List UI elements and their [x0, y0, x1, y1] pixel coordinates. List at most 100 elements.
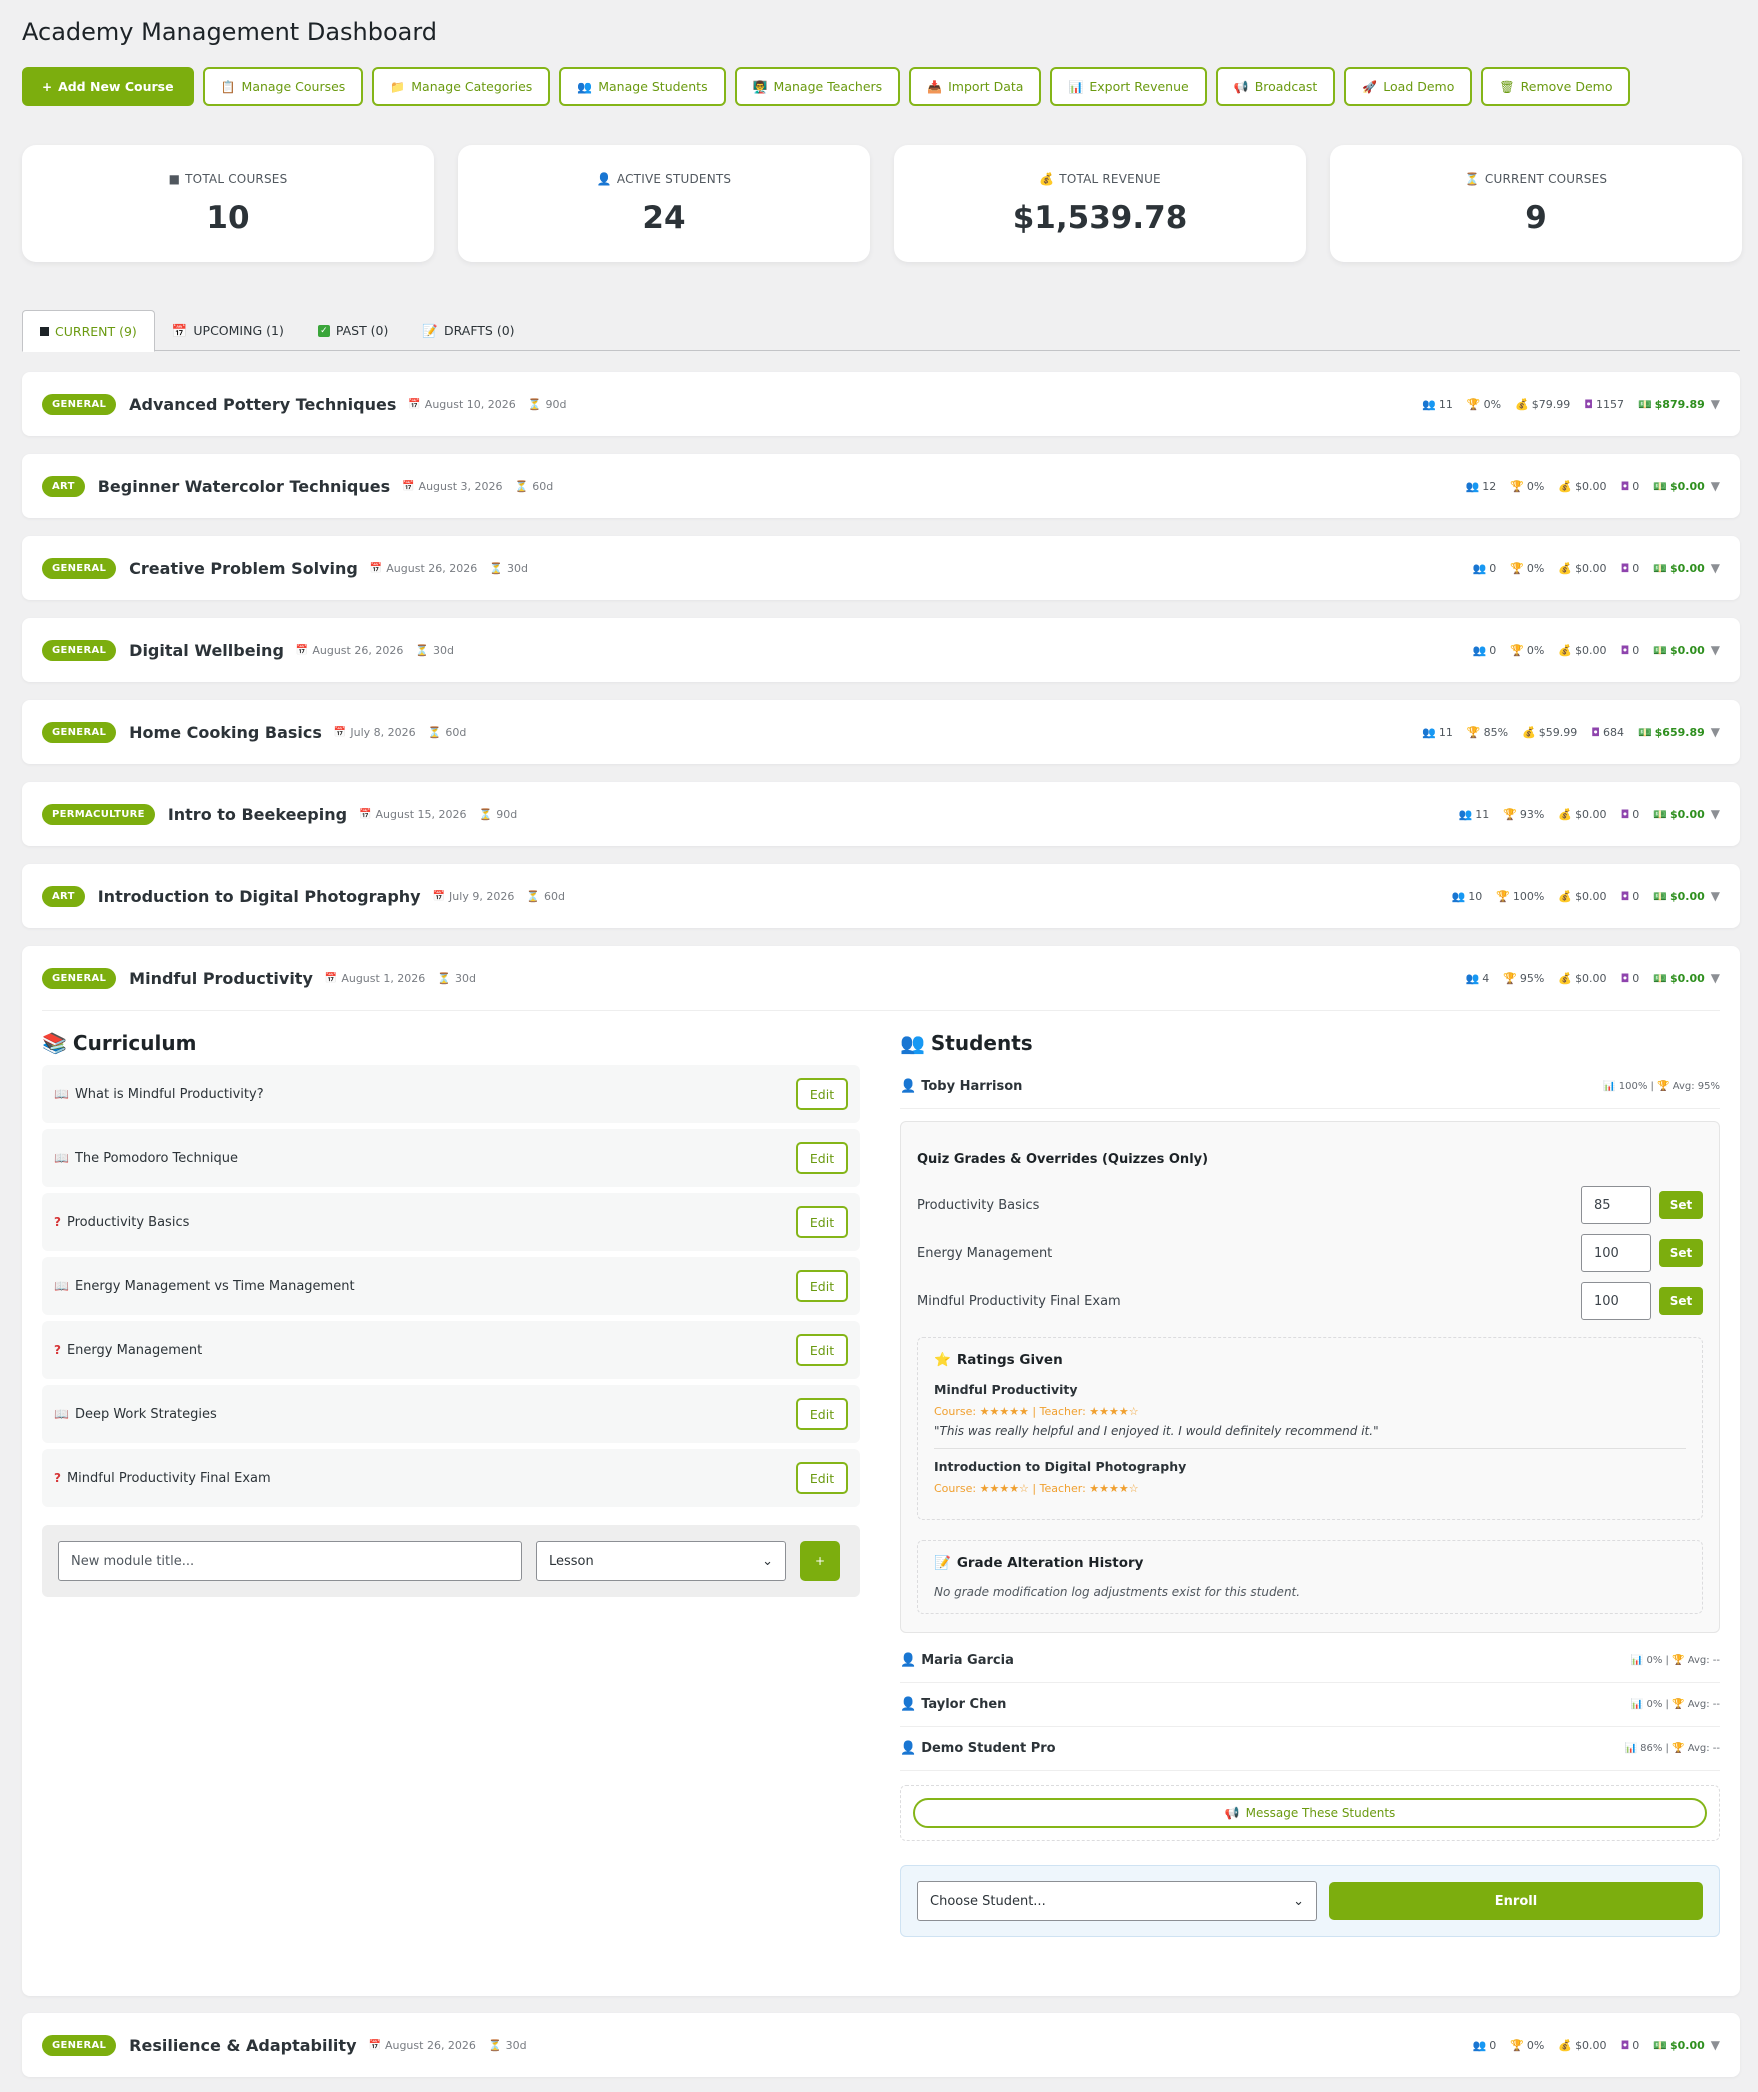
course-title[interactable]: Creative Problem Solving	[129, 559, 358, 578]
stat-card-total-courses: ■ TOTAL COURSES 10	[22, 145, 434, 262]
hourglass-icon: ⏳	[437, 971, 452, 985]
chevron-down-icon[interactable]: ▼	[1711, 889, 1720, 903]
edit-module-button[interactable]: Edit	[796, 1270, 848, 1302]
cash-icon: 💵	[1653, 643, 1667, 657]
chevron-down-icon[interactable]: ▼	[1711, 971, 1720, 985]
choose-student-select[interactable]: Choose Student... ⌄	[917, 1881, 1317, 1921]
edit-module-button[interactable]: Edit	[796, 1142, 848, 1174]
student-row[interactable]: 👤 Maria Garcia 📊 0% | 🏆 Avg: --	[900, 1639, 1720, 1683]
students-icon: 👥	[1422, 725, 1436, 739]
grade-input[interactable]: 100	[1581, 1282, 1651, 1320]
students-icon: 👥	[900, 1031, 925, 1055]
course-completion-value: 85%	[1483, 725, 1509, 739]
tab-past[interactable]: ✓ PAST (0)	[301, 310, 406, 351]
course-header[interactable]: GENERAL Advanced Pottery Techniques 📅 Augus…	[22, 372, 1740, 436]
course-revenue: 💵 $879.89	[1638, 398, 1705, 411]
manage-students-label: Manage Students	[598, 79, 708, 94]
course-stats: 👥 4 🏆 95% 💰 $0.00 ◘ 0 💵 $0.00	[1466, 972, 1705, 985]
course-header[interactable]: PERMACULTURE Intro to Beekeeping 📅 August 1…	[22, 782, 1740, 846]
message-students-button[interactable]: 📢 Message These Students	[913, 1798, 1707, 1828]
student-name: Taylor Chen	[921, 1697, 1007, 1712]
import-data-button[interactable]: 📥 Import Data	[909, 67, 1042, 106]
history-heading: 📝 Grade Alteration History	[934, 1555, 1686, 1571]
tab-current[interactable]: CURRENT (9)	[22, 310, 155, 352]
export-revenue-button[interactable]: 📊 Export Revenue	[1050, 67, 1207, 106]
export-revenue-icon: 📊	[1068, 79, 1084, 94]
chevron-down-icon[interactable]: ▼	[1711, 807, 1720, 821]
manage-courses-button[interactable]: 📋 Manage Courses	[202, 67, 364, 106]
remove-demo-button[interactable]: 🗑 Remove Demo	[1481, 67, 1631, 106]
student-row[interactable]: 👤 Demo Student Pro 📊 86% | 🏆 Avg: --	[900, 1727, 1720, 1771]
course-header[interactable]: GENERAL Resilience & Adaptability 📅 August …	[22, 2013, 1740, 2077]
module-type-select[interactable]: Lesson ⌄	[536, 1541, 786, 1581]
hourglass-icon: ⏳	[489, 561, 503, 575]
course-title[interactable]: Mindful Productivity	[129, 969, 313, 988]
add-new-course-button[interactable]: + Add New Course	[22, 67, 194, 106]
load-demo-button[interactable]: 🚀 Load Demo	[1344, 67, 1473, 106]
chevron-down-icon[interactable]: ▼	[1711, 561, 1720, 575]
course-header[interactable]: GENERAL Digital Wellbeing 📅 August 26, 2026…	[22, 618, 1740, 682]
set-grade-button[interactable]: Set	[1659, 1287, 1703, 1315]
category-badge: PERMACULTURE	[42, 803, 155, 825]
edit-module-button[interactable]: Edit	[796, 1398, 848, 1430]
student-progress: 100%	[1618, 1081, 1648, 1092]
trophy-icon: 🏆	[1466, 397, 1481, 411]
category-badge: ART	[42, 885, 85, 907]
chevron-down-icon[interactable]: ▼	[1711, 643, 1720, 657]
course-header[interactable]: GENERAL Mindful Productivity 📅 August 1, 20…	[22, 946, 1740, 1010]
grade-input[interactable]: 100	[1581, 1234, 1651, 1272]
chevron-down-icon[interactable]: ▼	[1711, 479, 1720, 493]
course-header[interactable]: ART Introduction to Digital Photography 📅 J…	[22, 864, 1740, 928]
enroll-button[interactable]: Enroll	[1329, 1882, 1703, 1920]
chevron-down-icon[interactable]: ▼	[1711, 725, 1720, 739]
manage-students-button[interactable]: 👥 Manage Students	[559, 67, 726, 106]
megaphone-icon: 📢	[1224, 1806, 1240, 1820]
money-bag-icon: 💰	[1558, 971, 1573, 985]
course-date-text: August 26, 2026	[312, 643, 404, 657]
chart-icon: 📊	[1630, 1699, 1647, 1710]
student-row[interactable]: 👤 Taylor Chen 📊 0% | 🏆 Avg: --	[900, 1683, 1720, 1727]
course-title[interactable]: Beginner Watercolor Techniques	[98, 477, 390, 496]
course-duration-text: 60d	[544, 889, 565, 903]
new-module-title-input[interactable]: New module title...	[58, 1541, 522, 1581]
course-title[interactable]: Advanced Pottery Techniques	[129, 395, 396, 414]
grade-input[interactable]: 85	[1581, 1186, 1651, 1224]
add-module-button[interactable]: +	[800, 1541, 840, 1581]
edit-module-button[interactable]: Edit	[796, 1078, 848, 1110]
student-row[interactable]: 👤 Toby Harrison 📊 100% | 🏆 Avg: 95%	[900, 1065, 1720, 1109]
rating-course: Introduction to Digital Photography	[934, 1459, 1187, 1474]
course-students-value: 11	[1438, 397, 1453, 411]
set-grade-button[interactable]: Set	[1659, 1191, 1703, 1219]
tab-drafts[interactable]: 📝 DRAFTS (0)	[405, 310, 531, 351]
edit-module-button[interactable]: Edit	[796, 1462, 848, 1494]
ratings-box: ⭐ Ratings Given Mindful Productivity Course…	[917, 1337, 1703, 1520]
course-title[interactable]: Introduction to Digital Photography	[98, 887, 421, 906]
broadcast-button[interactable]: 📢 Broadcast	[1215, 67, 1336, 106]
student-progress: 0%	[1646, 1655, 1663, 1666]
stat-icon: ⏳	[1464, 171, 1480, 186]
course-header[interactable]: ART Beginner Watercolor Techniques 📅 August…	[22, 454, 1740, 518]
chevron-down-icon[interactable]: ▼	[1711, 397, 1720, 411]
manage-teachers-button[interactable]: 👨‍🏫 Manage Teachers	[734, 67, 901, 106]
manage-categories-button[interactable]: 📁 Manage Categories	[372, 67, 551, 106]
course-completion-value: 0%	[1483, 397, 1502, 411]
load-demo-label: Load Demo	[1383, 79, 1455, 94]
course-title[interactable]: Resilience & Adaptability	[129, 2036, 356, 2055]
course-title[interactable]: Home Cooking Basics	[129, 723, 322, 742]
edit-module-button[interactable]: Edit	[796, 1334, 848, 1366]
course-header[interactable]: GENERAL Home Cooking Basics 📅 July 8, 2026 ⏳…	[22, 700, 1740, 764]
course-title[interactable]: Digital Wellbeing	[129, 641, 284, 660]
user-icon: 👤	[900, 1697, 917, 1712]
set-grade-button[interactable]: Set	[1659, 1239, 1703, 1267]
edit-module-button[interactable]: Edit	[796, 1206, 848, 1238]
tab-upcoming[interactable]: 📅 UPCOMING (1)	[155, 310, 301, 351]
course-title[interactable]: Intro to Beekeeping	[168, 805, 347, 824]
chevron-down-icon: ⌄	[1293, 1893, 1304, 1909]
course-price: 💰 $79.99	[1515, 398, 1570, 411]
course-header[interactable]: GENERAL Creative Problem Solving 📅 August 2…	[22, 536, 1740, 600]
chevron-down-icon[interactable]: ▼	[1711, 2038, 1720, 2052]
separator: |	[1662, 1743, 1673, 1754]
ratings-heading: ⭐ Ratings Given	[934, 1352, 1686, 1368]
stat-label-text: ACTIVE STUDENTS	[616, 171, 732, 186]
course-date: 📅 August 26, 2026	[370, 562, 477, 575]
